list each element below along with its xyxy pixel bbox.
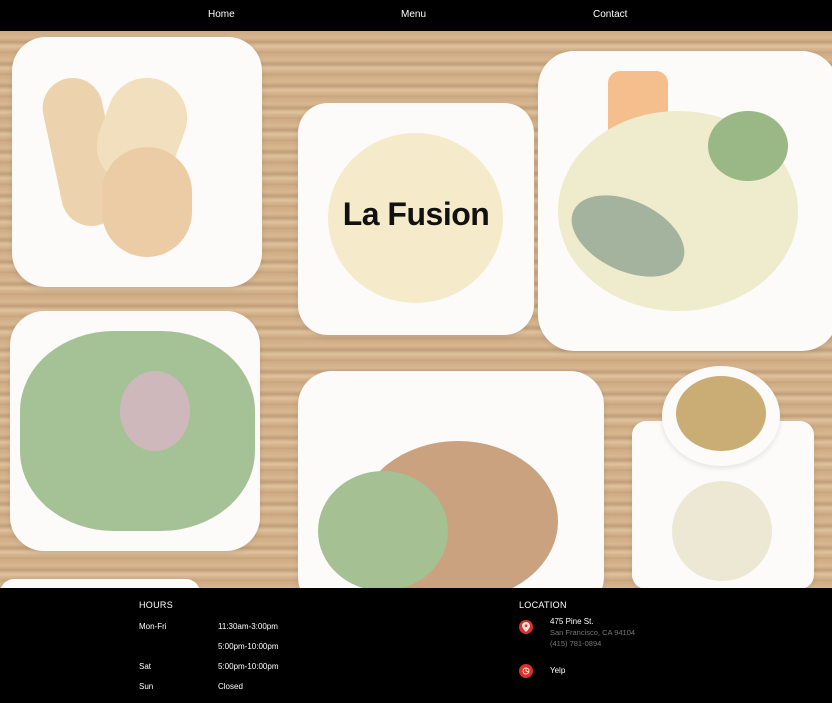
nav-contact-link[interactable]: Contact [593, 9, 627, 20]
location-phone[interactable]: (415) 781-0894 [550, 639, 601, 648]
hours-time: Closed [218, 682, 243, 691]
hours-day: Sat [139, 662, 152, 671]
footer: HOURS Mon-Fri 11:30am-3:00pm 5:00pm-10:0… [0, 588, 832, 703]
map-pin-icon [519, 620, 533, 634]
restaurant-title: La Fusion [342, 196, 490, 232]
location-heading: LOCATION [519, 600, 567, 610]
hero-overlay [0, 31, 832, 588]
hours-time: 5:00pm-10:00pm [218, 642, 279, 651]
hero-banner: La Fusion [0, 31, 832, 588]
nav-home-link[interactable]: Home [208, 9, 235, 20]
yelp-link[interactable]: Yelp [550, 666, 565, 675]
hours-time: 5:00pm-10:00pm [218, 662, 279, 671]
yelp-icon[interactable] [519, 664, 533, 678]
hours-time: 11:30am-3:00pm [218, 622, 278, 631]
top-nav: Home Menu Contact [0, 0, 832, 31]
hours-day: Sun [139, 682, 154, 691]
hours-heading: HOURS [139, 600, 174, 610]
location-street: 475 Pine St. [550, 617, 594, 626]
location-city: San Francisco, CA 94104 [550, 628, 636, 637]
hours-day: Mon-Fri [139, 622, 167, 631]
nav-menu-link[interactable]: Menu [401, 9, 426, 20]
